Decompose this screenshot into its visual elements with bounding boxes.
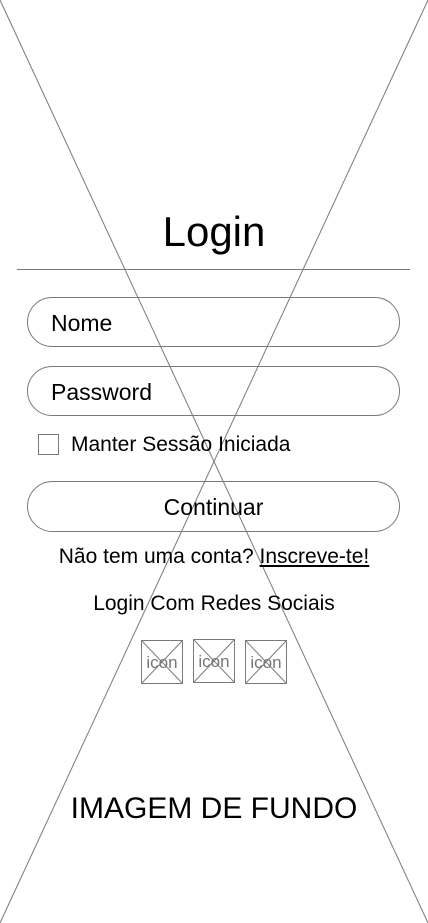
social-placeholder-icon-1[interactable]: icon — [141, 640, 183, 684]
signup-row: Não tem uma conta? Inscreve-te! — [0, 544, 428, 570]
title-divider — [17, 269, 410, 270]
name-field-value: Nome — [51, 310, 113, 336]
social-placeholder-icon-3[interactable]: icon — [245, 640, 287, 684]
remember-me-checkbox[interactable] — [38, 434, 59, 455]
background-image-label: IMAGEM DE FUNDO — [70, 792, 358, 825]
social-icon-label: icon — [250, 653, 282, 672]
social-icon-label: icon — [146, 653, 178, 672]
remember-me-label: Manter Sessão Iniciada — [71, 433, 291, 456]
password-field-value: Password — [51, 379, 152, 405]
page-title: Login — [162, 208, 266, 255]
password-field[interactable]: Password — [27, 366, 400, 416]
signup-link[interactable]: Inscreve-te! — [260, 545, 370, 568]
social-icon-label: icon — [198, 652, 230, 671]
social-placeholder-icon-2[interactable]: icon — [193, 639, 235, 683]
social-login-title: Login Com Redes Sociais — [93, 592, 335, 615]
continue-button[interactable]: Continuar — [27, 481, 400, 532]
background-image-placeholder — [0, 0, 428, 923]
name-field[interactable]: Nome — [27, 297, 400, 347]
signup-prompt: Não tem uma conta? — [58, 545, 254, 568]
